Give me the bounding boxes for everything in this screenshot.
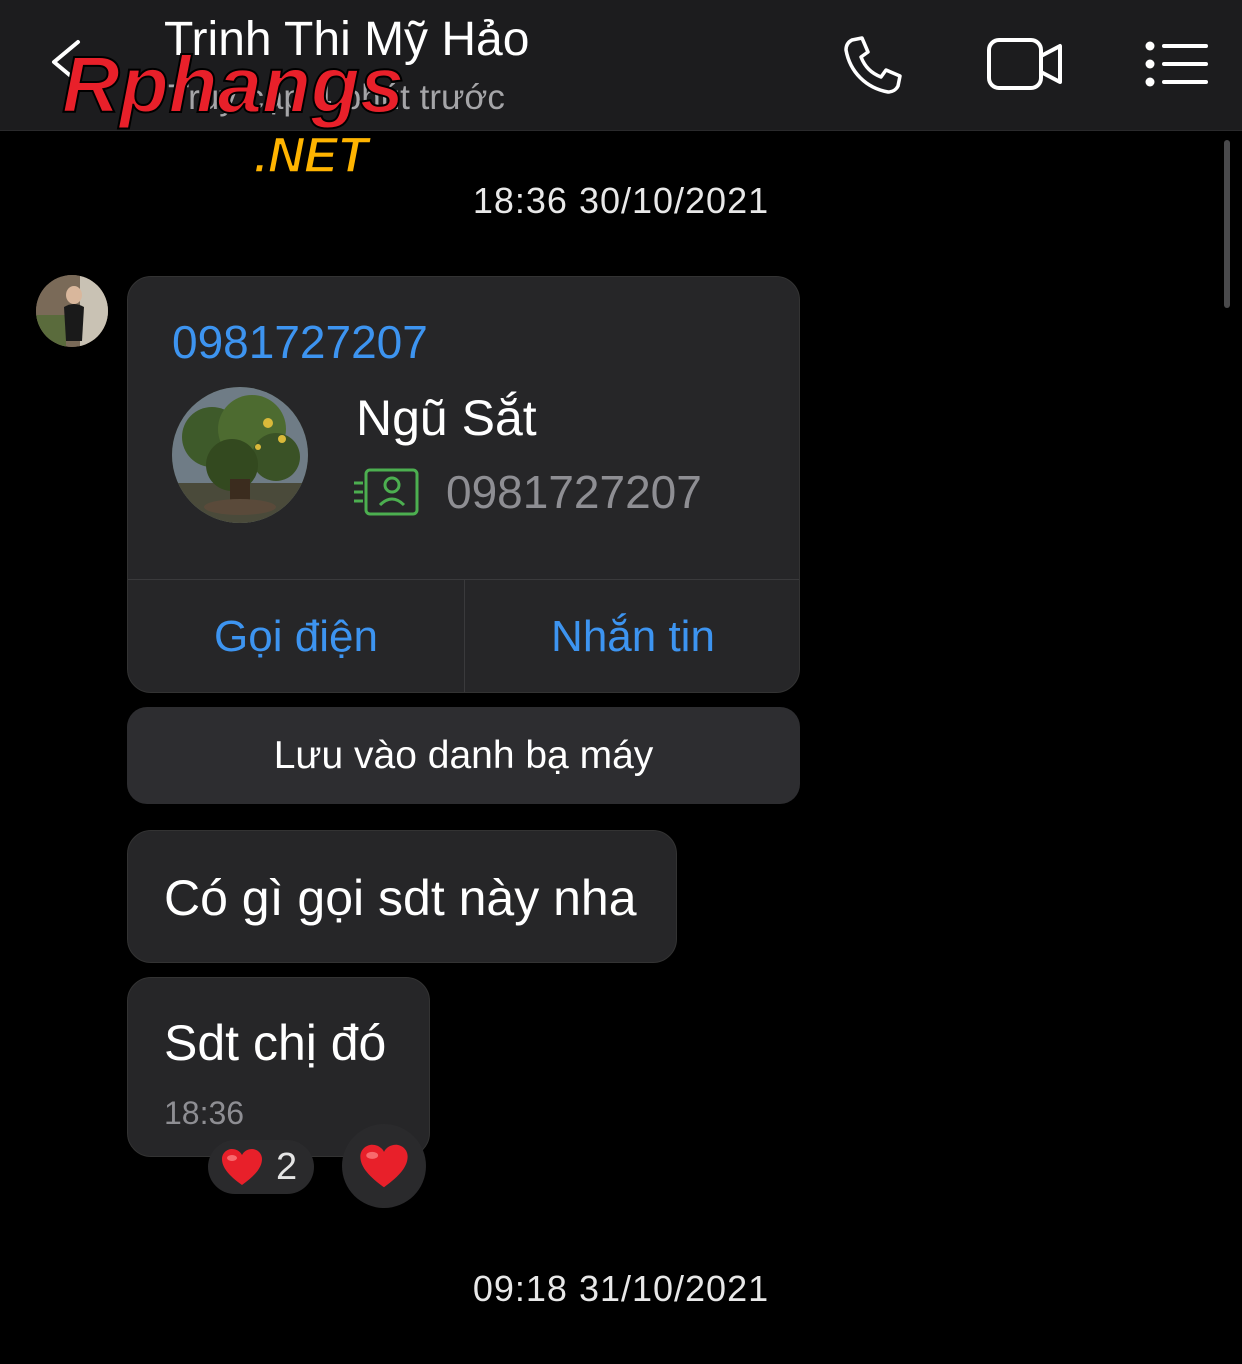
contact-name: Ngũ Sắt — [356, 390, 537, 446]
message-text: Có gì gọi sdt này nha — [164, 870, 637, 926]
contact-phone-link[interactable]: 0981727207 — [172, 315, 428, 369]
contact-avatar — [172, 387, 308, 523]
save-to-contacts-button[interactable]: Lưu vào danh bạ máy — [127, 707, 800, 804]
scrollbar[interactable] — [1224, 140, 1230, 308]
message-button[interactable]: Nhắn tin — [465, 580, 799, 692]
id-card-icon — [354, 468, 419, 516]
phone-call-icon[interactable] — [842, 34, 906, 94]
date-separator: 18:36 30/10/2021 — [472, 180, 770, 221]
message-bubble[interactable]: Có gì gọi sdt này nha — [127, 830, 677, 963]
contact-phone-number: 0981727207 — [446, 466, 702, 518]
reaction-count: 2 — [276, 1146, 298, 1188]
contact-card[interactable]: 0981727207 Ngũ Sắt 0981727207 Gọi điện N… — [127, 276, 800, 693]
last-seen-status: Truy cập 4 phút trước — [168, 78, 505, 117]
message-time: 18:36 — [164, 1095, 245, 1131]
message-text: Sdt chị đó — [164, 1015, 387, 1071]
contact-name-title[interactable]: Trinh Thi Mỹ Hảo — [164, 12, 529, 67]
call-button[interactable]: Gọi điện — [128, 580, 464, 692]
watermark-suffix-text: .NET — [254, 127, 372, 183]
add-reaction-button[interactable] — [342, 1124, 426, 1208]
video-call-icon[interactable] — [986, 36, 1064, 92]
chat-header: Trinh Thi Mỹ Hảo Truy cập 4 phút trước — [0, 0, 1242, 131]
date-separator: 09:18 31/10/2021 — [472, 1268, 770, 1309]
red-heart-icon — [222, 1149, 262, 1185]
back-chevron-icon[interactable] — [44, 38, 88, 86]
sender-avatar[interactable] — [36, 275, 108, 347]
reaction-summary[interactable]: 2 — [208, 1140, 314, 1194]
menu-list-icon[interactable] — [1144, 40, 1208, 88]
red-heart-icon — [360, 1144, 408, 1188]
